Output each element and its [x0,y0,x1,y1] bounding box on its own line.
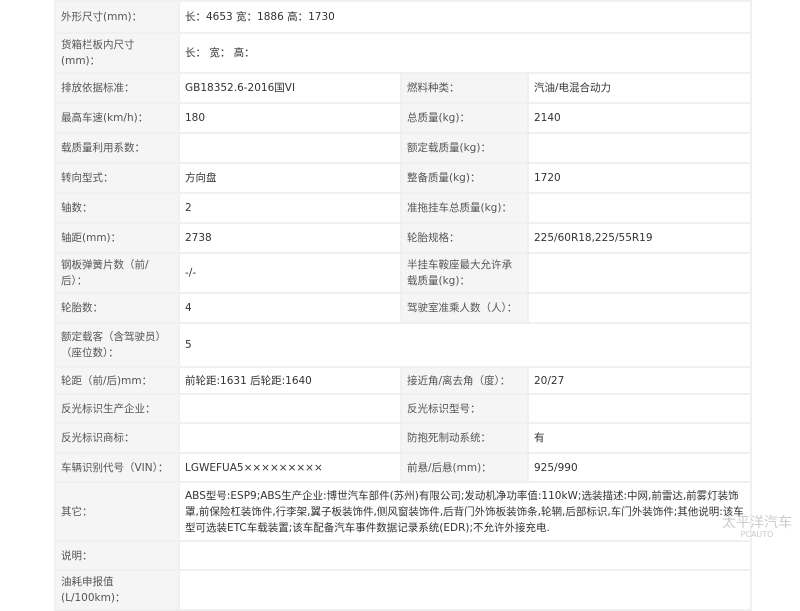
spec-label: 接近角/离去角（度）： [400,366,529,395]
spec-value: GB18352.6-2016国VI [178,72,402,104]
spec-label: 轮胎数： [54,292,180,324]
spec-label: 额定载质量(kg)： [400,132,529,164]
spec-value [178,393,402,424]
spec-label: 油耗申报值(L/100km)： [54,569,180,611]
spec-value: 925/990 [526,452,753,483]
table-row: 货箱栏板内尺寸(mm)： 长： 宽： 高： [54,32,753,74]
spec-label: 半挂车鞍座最大允许承载质量(kg)： [400,252,529,294]
spec-label: 载质量利用系数： [54,132,180,164]
spec-label: 最高车速(km/h)： [54,102,180,134]
table-row: 轮胎数： 4 驾驶室准乘人数（人）： [54,292,753,324]
spec-label: 额定载客（含驾驶员）（座位数）： [54,322,180,368]
table-row: 其它： ABS型号:ESP9;ABS生产企业:博世汽车部件(苏州)有限公司;发动机… [54,481,753,542]
spec-value [177,540,753,571]
spec-value [177,569,753,611]
spec-value: 4 [178,292,402,324]
spec-value: 有 [526,422,753,454]
table-row: 额定载客（含驾驶员）（座位数）： 5 [54,322,753,368]
spec-value: 1720 [526,162,753,194]
spec-label: 燃料种类： [400,72,529,104]
spec-label: 外形尺寸(mm)： [54,0,180,34]
spec-label: 准拖挂车总质量(kg)： [400,192,529,224]
spec-value [526,192,753,224]
spec-label: 轮胎规格： [400,222,529,254]
spec-value: ABS型号:ESP9;ABS生产企业:博世汽车部件(苏州)有限公司;发动机净功率… [177,481,753,542]
spec-value: -/- [178,252,402,294]
spec-value: 5 [177,322,753,368]
spec-value: 225/60R18,225/55R19 [526,222,753,254]
spec-label: 反光标识商标： [54,422,180,454]
spec-value: 2 [178,192,402,224]
table-row: 轮距（前/后)mm： 前轮距:1631 后轮距:1640 接近角/离去角（度）： 20… [54,366,753,395]
spec-table: 外形尺寸(mm)： 长：4653 宽：1886 高：1730 货箱栏板内尺寸(mm)… [54,0,753,611]
table-row: 轴数： 2 准拖挂车总质量(kg)： [54,192,753,224]
spec-label: 总质量(kg)： [400,102,529,134]
spec-value: 2738 [178,222,402,254]
spec-value: 方向盘 [178,162,402,194]
spec-label: 轮距（前/后)mm： [54,366,180,395]
spec-label: 说明： [54,540,180,571]
spec-value [526,132,753,164]
table-row: 反光标识商标： 防抱死制动系统：有 [54,422,753,454]
spec-label: 整备质量(kg)： [400,162,529,194]
spec-label: 反光标识生产企业： [54,393,180,424]
table-row: 外形尺寸(mm)： 长：4653 宽：1886 高：1730 [54,0,753,34]
spec-label: 轴距(mm)： [54,222,180,254]
spec-label: 驾驶室准乘人数（人）： [400,292,529,324]
spec-value [178,132,402,164]
spec-label: 车辆识别代号（VIN）： [54,452,180,483]
spec-value: 180 [178,102,402,134]
spec-value: 20/27 [526,366,753,395]
spec-value: 前轮距:1631 后轮距:1640 [178,366,402,395]
spec-value [526,292,753,324]
spec-label: 防抱死制动系统： [400,422,529,454]
spec-value [526,252,753,294]
table-row: 排放依据标准： GB18352.6-2016国VI 燃料种类： 汽油/电混合动力 [54,72,753,104]
table-row: 反光标识生产企业： 反光标识型号： [54,393,753,424]
table-row: 车辆识别代号（VIN）： LGWEFUA5××××××××× 前悬/后悬(mm)： 9… [54,452,753,483]
table-row: 轴距(mm)： 2738 轮胎规格： 225/60R18,225/55R19 [54,222,753,254]
spec-value: 2140 [526,102,753,134]
table-row: 转向型式： 方向盘 整备质量(kg)： 1720 [54,162,753,194]
spec-value: 长： 宽： 高： [177,32,753,74]
spec-label: 货箱栏板内尺寸(mm)： [54,32,180,74]
spec-value: 长：4653 宽：1886 高：1730 [177,0,753,34]
spec-label: 钢板弹簧片数（前/后）： [54,252,180,294]
spec-label: 轴数： [54,192,180,224]
spec-value [178,422,402,454]
table-row: 说明： [54,540,753,571]
table-row: 最高车速(km/h)： 180 总质量(kg)： 2140 [54,102,753,134]
spec-label: 其它： [54,481,180,542]
spec-label: 排放依据标准： [54,72,180,104]
watermark-logo: 太平洋汽车 PCAUTO [722,515,792,539]
spec-label: 转向型式： [54,162,180,194]
spec-label: 反光标识型号： [400,393,529,424]
table-row: 油耗申报值(L/100km)： [54,569,753,611]
spec-value [526,393,753,424]
table-row: 载质量利用系数： 额定载质量(kg)： [54,132,753,164]
spec-value: LGWEFUA5××××××××× [178,452,402,483]
spec-label: 前悬/后悬(mm)： [400,452,529,483]
spec-value: 汽油/电混合动力 [526,72,753,104]
table-row: 钢板弹簧片数（前/后）： -/- 半挂车鞍座最大允许承载质量(kg)： [54,252,753,294]
